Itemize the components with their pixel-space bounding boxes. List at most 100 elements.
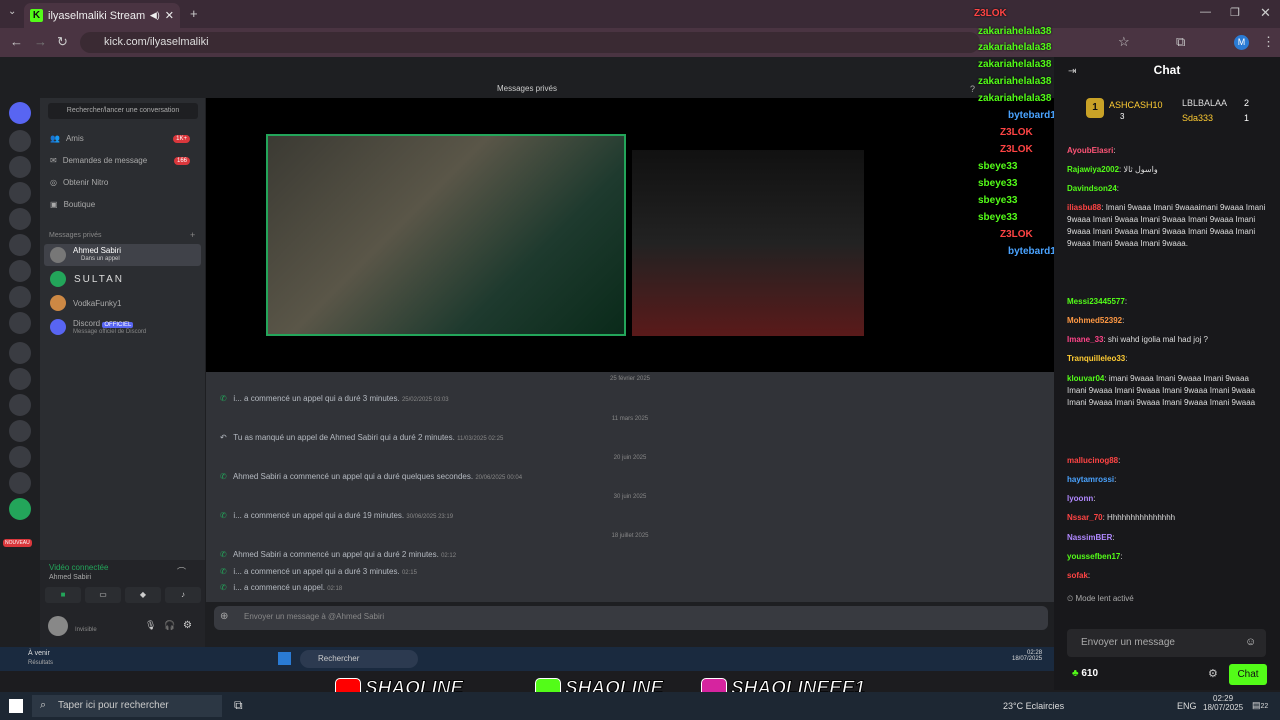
server-icon[interactable] — [9, 156, 31, 178]
server-icon[interactable] — [9, 394, 31, 416]
soundboard-icon[interactable]: ♪ — [165, 587, 201, 603]
points-value: 610 — [1081, 668, 1099, 679]
chat-settings-icon[interactable]: ⚙ — [1208, 667, 1218, 680]
chat-user[interactable]: Tranquilleleo33 — [1067, 354, 1125, 363]
chat-user[interactable]: Messi23445577 — [1067, 297, 1125, 306]
reload-icon[interactable]: ↻ — [57, 34, 68, 50]
server-icon[interactable] — [9, 130, 31, 152]
attach-plus-icon[interactable]: ⊕ — [220, 611, 228, 622]
discord-message-input[interactable]: Envoyer un message à @Ahmed Sabiri — [214, 606, 1048, 630]
screen-share-icon[interactable]: ▭ — [85, 587, 121, 603]
server-icon[interactable] — [9, 472, 31, 494]
dm-item-vodka[interactable]: VodkaFunky1 — [73, 299, 121, 308]
chat-user[interactable]: youssefben17 — [1067, 552, 1120, 561]
video-tile-self[interactable] — [632, 150, 864, 336]
server-icon[interactable] — [9, 446, 31, 468]
call-message: ✆ i... a commencé un appel qui a duré 3 … — [220, 394, 449, 403]
settings-gear-icon[interactable]: ⚙ — [183, 620, 192, 631]
nav-message-requests[interactable]: ✉ Demandes de message 166 — [50, 156, 200, 165]
menu-icon[interactable]: ⋮ — [1262, 34, 1275, 50]
task-view-icon[interactable]: ⧉ — [234, 698, 243, 713]
back-icon[interactable]: ← — [10, 34, 23, 49]
server-icon[interactable] — [9, 312, 31, 334]
dm-home-icon[interactable] — [9, 102, 31, 124]
windows-start-icon[interactable] — [278, 652, 291, 665]
server-icon[interactable] — [9, 234, 31, 256]
notification-icon[interactable]: ▤22 — [1252, 700, 1268, 711]
add-dm-icon[interactable]: + — [190, 230, 195, 240]
dm-item-sultan[interactable]: SULTAN — [74, 274, 124, 285]
dm-section-header: Messages privés — [49, 232, 102, 239]
chat-user[interactable]: NassimBER — [1067, 533, 1112, 542]
video-tile-ahmed[interactable] — [266, 134, 626, 336]
chat-message: lyoonn: — [1067, 494, 1096, 503]
server-icon[interactable] — [9, 342, 31, 364]
extensions-icon[interactable]: ⧉ — [1176, 34, 1185, 50]
dm-item-discord[interactable]: Discord OFFICIEL — [73, 319, 134, 328]
hangup-icon[interactable]: ⌒ — [177, 565, 186, 578]
server-icon[interactable] — [9, 420, 31, 442]
leader-name[interactable]: Sda333 — [1182, 113, 1213, 123]
emoji-icon[interactable]: ☺ — [1245, 636, 1256, 648]
restore-icon[interactable]: ❐ — [1230, 6, 1240, 19]
avatar — [50, 295, 66, 311]
chat-user[interactable]: Rajawiya2002 — [1067, 165, 1119, 174]
phone-icon: ✆ — [220, 567, 227, 576]
forward-icon[interactable]: → — [34, 34, 47, 49]
points-display[interactable]: ♣ 610 — [1072, 668, 1098, 679]
avatar — [50, 247, 66, 263]
headphones-icon[interactable]: 🎧 — [164, 620, 175, 631]
server-icon[interactable] — [9, 208, 31, 230]
server-icon[interactable] — [9, 368, 31, 390]
mic-icon[interactable]: 🎙 — [145, 620, 156, 631]
chat-user[interactable]: haytamrossi — [1067, 475, 1114, 484]
chat-message: NassimBER: — [1067, 533, 1115, 542]
chat-user[interactable]: iliasbu88 — [1067, 203, 1101, 212]
phone-icon: ✆ — [220, 472, 227, 481]
close-tab-icon[interactable]: ✕ — [165, 9, 174, 22]
nav-friends[interactable]: 👥 Amis 1K+ — [50, 134, 200, 143]
chat-user[interactable]: AyoubElasri — [1067, 146, 1113, 155]
chat-user[interactable]: klouvar04 — [1067, 374, 1104, 383]
activity-icon[interactable]: ◆ — [125, 587, 161, 603]
chat-message-input[interactable]: Envoyer un message — [1067, 629, 1266, 657]
new-tab-icon[interactable]: + — [190, 6, 198, 21]
leader-name[interactable]: LBLBALAA — [1182, 98, 1227, 108]
chat-user[interactable]: mallucinog88 — [1067, 456, 1118, 465]
notification-count: 22 — [1260, 703, 1269, 710]
points-icon: ♣ — [1072, 668, 1079, 679]
windows-start-icon[interactable] — [9, 699, 23, 713]
taskbar-search[interactable]: Taper ici pour rechercher — [32, 695, 222, 717]
server-icon[interactable] — [9, 182, 31, 204]
chat-user[interactable]: Imane_33 — [1067, 335, 1103, 344]
chat-user[interactable]: Mohmed52392 — [1067, 316, 1122, 325]
profile-avatar[interactable]: M — [1234, 35, 1249, 50]
inner-taskbar: À venir Résultats Rechercher 02:28 18/07/… — [0, 647, 1054, 671]
camera-icon[interactable]: ■ — [45, 587, 81, 603]
taskbar-weather[interactable]: 23°C Eclaircies — [1003, 701, 1064, 711]
taskbar-language[interactable]: ENG — [1177, 701, 1197, 711]
server-icon[interactable] — [9, 498, 31, 520]
tab-list-icon[interactable]: ⌄ — [8, 6, 16, 17]
taskbar-clock[interactable]: 02:29 18/07/2025 — [1203, 694, 1243, 712]
mail-icon: ✉ — [50, 156, 57, 165]
chat-send-button[interactable]: Chat — [1229, 664, 1267, 685]
url-input[interactable]: kick.com/ilyaselmaliki — [80, 32, 980, 53]
nav-shop[interactable]: ▣ Boutique — [50, 200, 95, 209]
browser-tab[interactable]: K ilyaselmaliki Stream - Watc ◀) ✕ — [24, 3, 180, 28]
bookmark-star-icon[interactable]: ☆ — [1118, 34, 1130, 50]
server-icon[interactable] — [9, 286, 31, 308]
minimize-icon[interactable]: — — [1200, 6, 1211, 18]
dm-item-ahmed[interactable]: Ahmed Sabiri Dans un appel — [44, 244, 201, 266]
nav-nitro[interactable]: ◎ Obtenir Nitro — [50, 178, 108, 187]
chat-user[interactable]: Davindson24 — [1067, 184, 1117, 193]
chat-user[interactable]: lyoonn — [1067, 494, 1093, 503]
audio-icon[interactable]: ◀) — [150, 10, 160, 21]
close-window-icon[interactable]: ✕ — [1260, 5, 1271, 21]
search-conversation-button[interactable]: Rechercher/lancer une conversation — [48, 103, 198, 119]
server-icon[interactable] — [9, 260, 31, 282]
inner-search[interactable]: Rechercher — [300, 650, 418, 668]
chat-user[interactable]: sofak — [1067, 571, 1088, 580]
chat-user[interactable]: Nssar_70 — [1067, 513, 1103, 522]
leader-name[interactable]: ASHCASH10 — [1109, 100, 1163, 110]
